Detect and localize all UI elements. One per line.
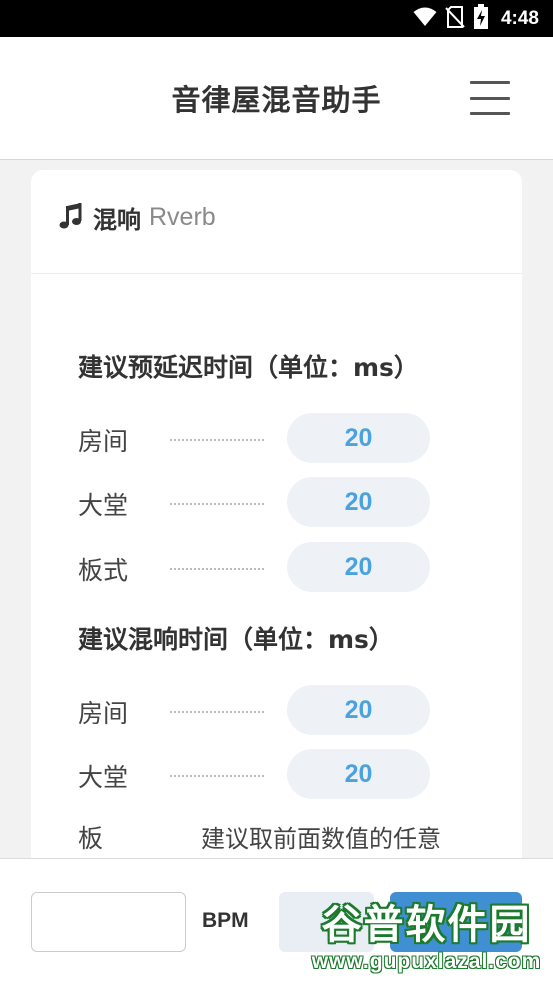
section-title-predelay: 建议预延迟时间（单位：ms） bbox=[78, 353, 419, 382]
section-title-reverb-time: 建议混响时间（单位：ms） bbox=[78, 625, 394, 654]
value-pill: 20 bbox=[287, 685, 430, 735]
value-pill: 20 bbox=[287, 413, 430, 463]
watermark-text: 谷普软件园 bbox=[321, 902, 532, 948]
battery-charging-icon bbox=[473, 3, 489, 34]
menu-line bbox=[470, 96, 510, 100]
hamburger-menu-icon[interactable] bbox=[470, 81, 510, 115]
menu-line bbox=[470, 81, 510, 84]
dotted-leader bbox=[170, 503, 264, 505]
row-label: 房间 bbox=[78, 427, 129, 456]
dotted-leader bbox=[170, 711, 264, 713]
value-pill: 20 bbox=[287, 542, 430, 592]
app-header: 音律屋混音助手 bbox=[0, 37, 553, 160]
row-label: 大堂 bbox=[78, 491, 129, 520]
no-sim-icon bbox=[445, 5, 465, 32]
note-text: 建议取前面数值的任意 bbox=[201, 825, 441, 853]
dotted-leader bbox=[170, 439, 264, 441]
row-label: 大堂 bbox=[78, 763, 129, 792]
card-title: 混响 bbox=[93, 206, 141, 234]
watermark-url: www.gupuxlazal.com bbox=[311, 950, 542, 973]
dotted-leader bbox=[170, 775, 264, 777]
menu-line bbox=[470, 112, 510, 115]
status-bar: 4:48 bbox=[0, 0, 553, 37]
card-header: 混响 Rverb bbox=[31, 170, 522, 274]
watermark-logo: 谷普软件园 www.gupuxlazal.com bbox=[304, 892, 549, 977]
dotted-leader bbox=[170, 568, 264, 570]
reverb-card: 混响 Rverb 建议预延迟时间（单位：ms） 房间 20 大堂 20 板式 2… bbox=[31, 170, 522, 870]
music-note-icon bbox=[59, 202, 83, 234]
row-label: 板 bbox=[78, 824, 104, 853]
status-time: 4:48 bbox=[500, 7, 539, 29]
card-header-content: 混响 Rverb bbox=[59, 200, 216, 235]
wifi-icon bbox=[413, 7, 437, 31]
bpm-label: BPM bbox=[202, 909, 249, 932]
bpm-input[interactable] bbox=[31, 892, 186, 952]
status-icons: 4:48 bbox=[413, 0, 539, 37]
row-label: 房间 bbox=[78, 699, 129, 728]
card-subtitle: Rverb bbox=[149, 203, 216, 231]
value-pill: 20 bbox=[287, 749, 430, 799]
value-pill: 20 bbox=[287, 477, 430, 527]
row-label: 板式 bbox=[78, 556, 129, 585]
